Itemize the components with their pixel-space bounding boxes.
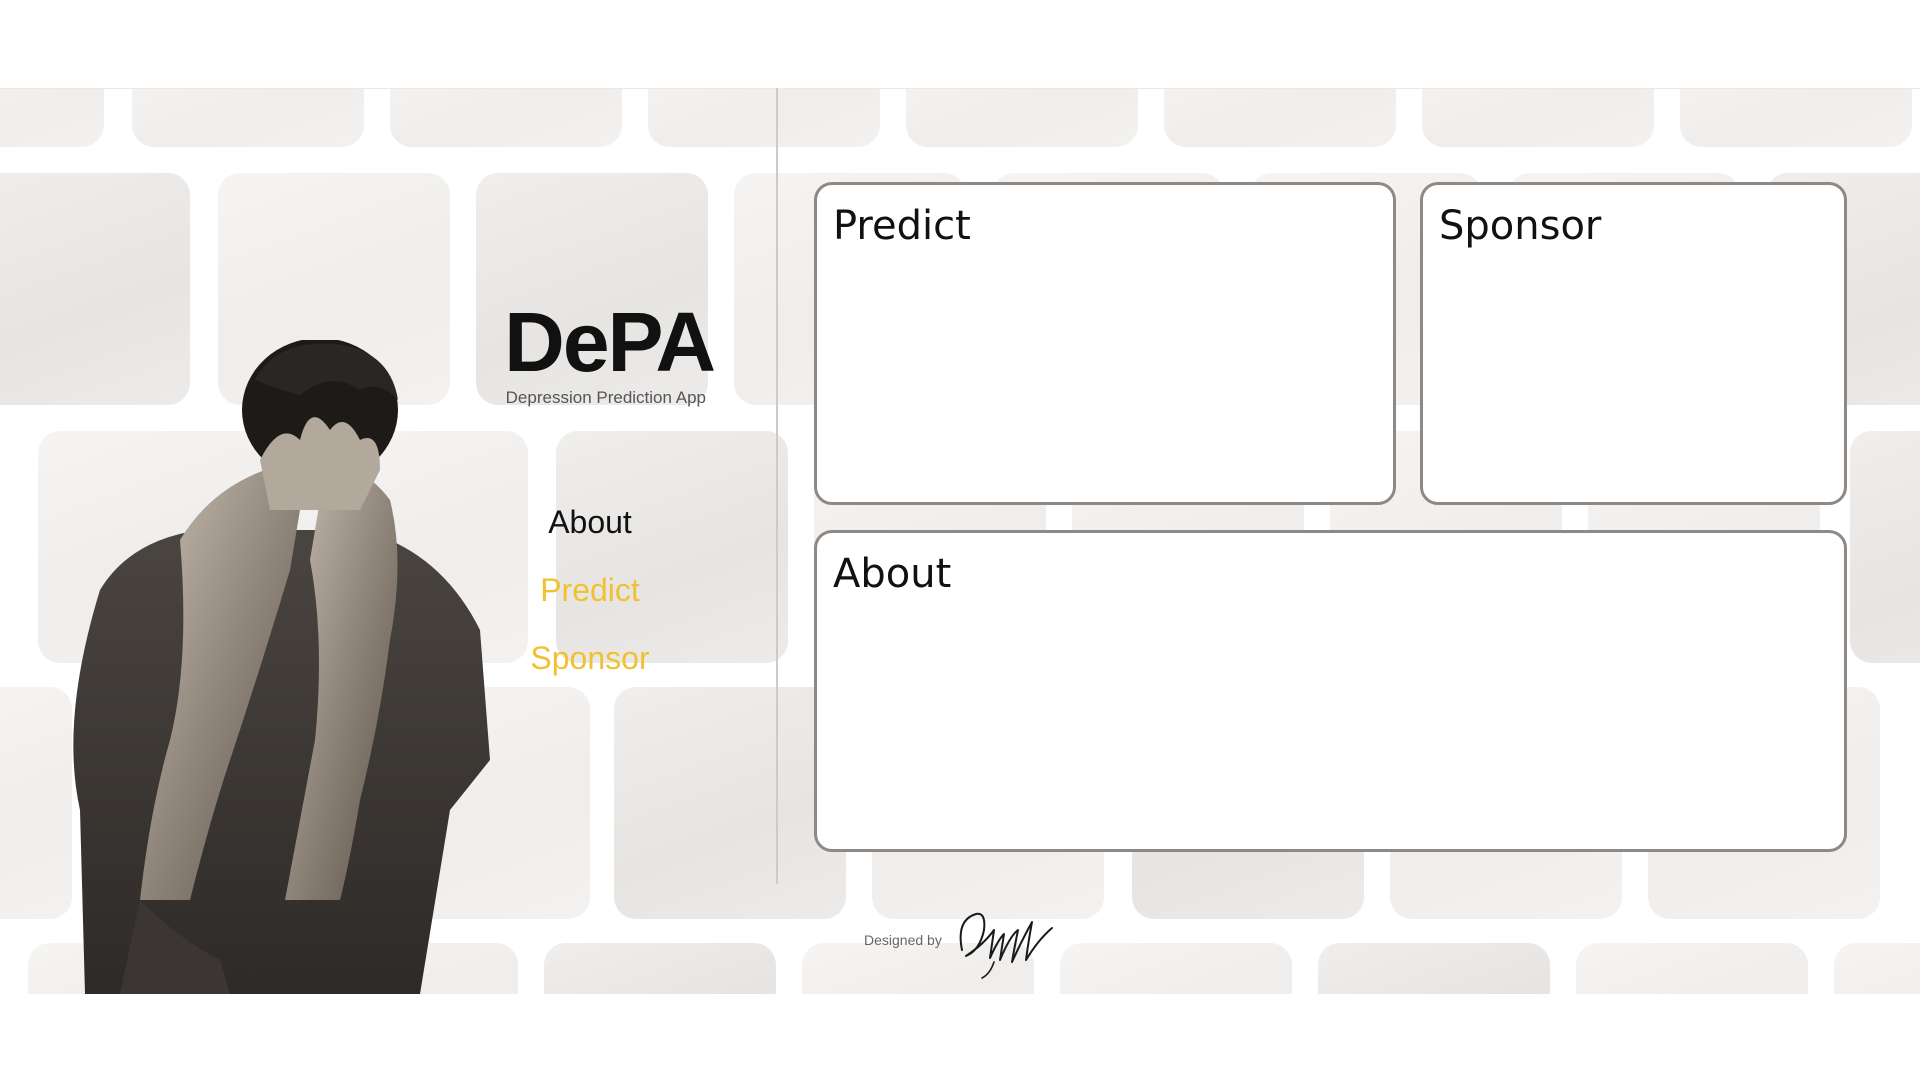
brand-title: DePA: [504, 295, 716, 389]
designer-signature: [959, 912, 1053, 979]
bottom-blank-area: [0, 994, 1920, 1080]
predict-card[interactable]: Predict: [814, 182, 1396, 505]
about-card[interactable]: About: [814, 530, 1847, 852]
predict-card-title: Predict: [833, 203, 971, 249]
top-blank-area: [0, 0, 1920, 88]
nav-predict[interactable]: Predict: [490, 572, 690, 609]
sponsor-card[interactable]: Sponsor: [1420, 182, 1847, 505]
about-card-title: About: [833, 551, 952, 597]
nav-sponsor[interactable]: Sponsor: [490, 640, 690, 677]
designed-by-label: Designed by: [864, 932, 942, 948]
sponsor-card-title: Sponsor: [1439, 203, 1602, 249]
distressed-person-image: [73, 340, 490, 994]
nav-about[interactable]: About: [490, 504, 690, 541]
brand-subtitle: Depression Prediction App: [505, 388, 706, 407]
vertical-divider: [776, 88, 778, 884]
